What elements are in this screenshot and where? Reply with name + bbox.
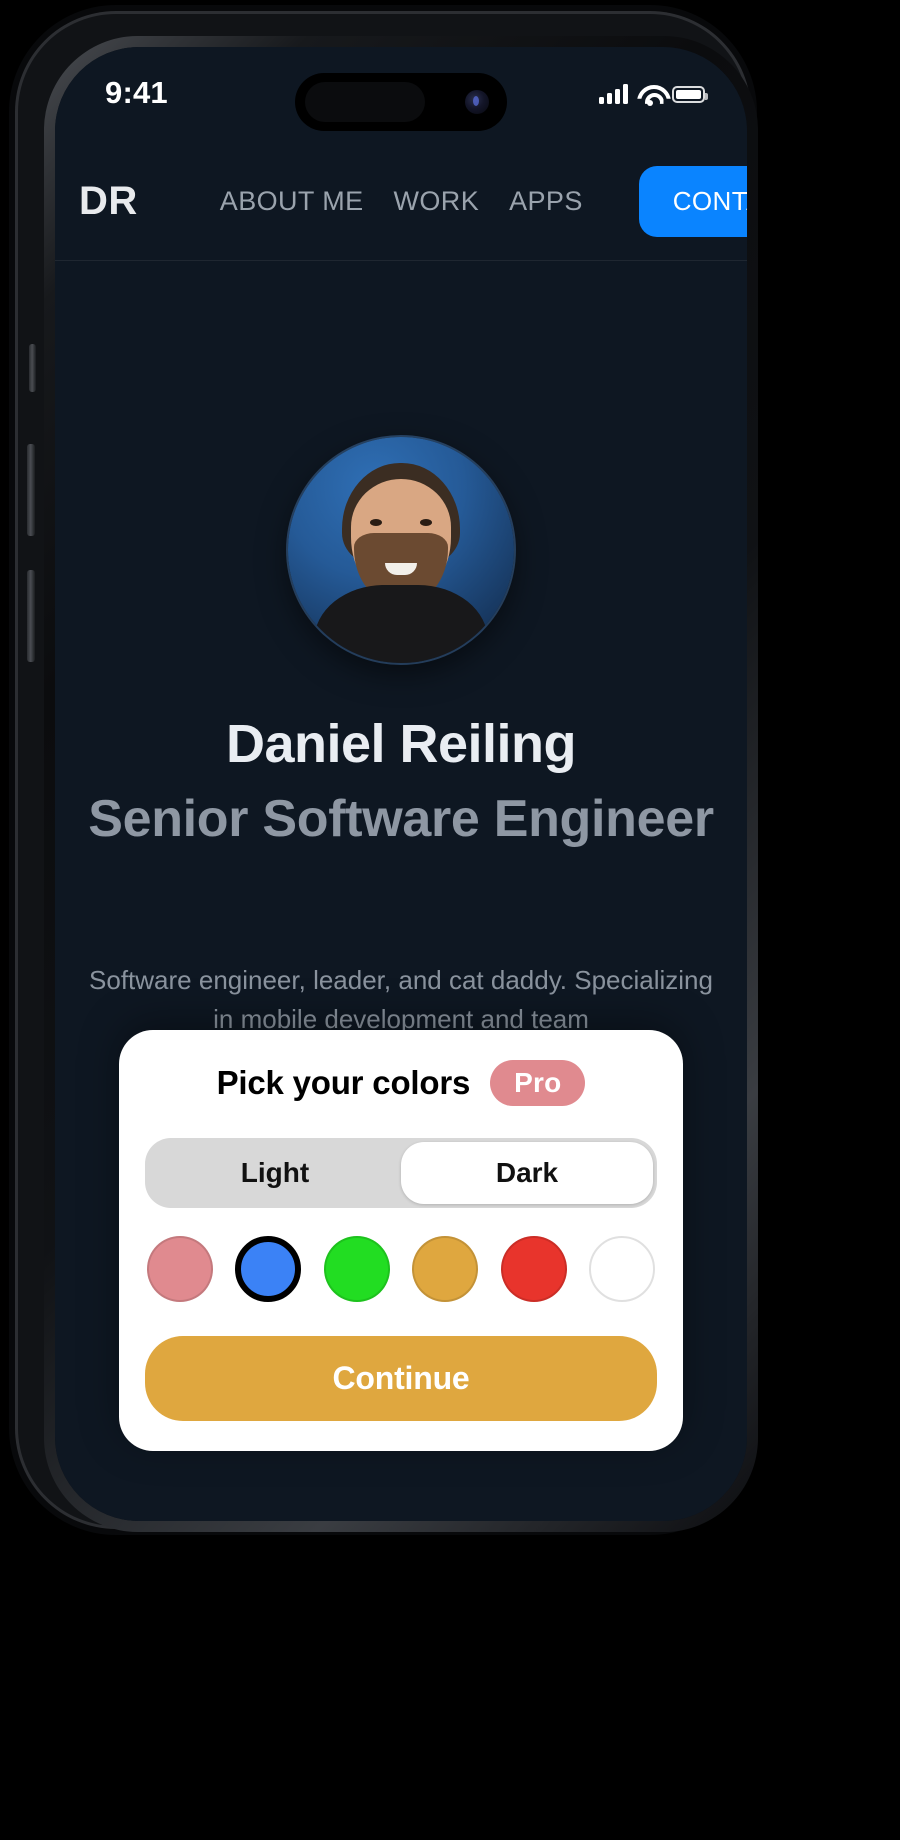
color-swatch-green[interactable]	[412, 1236, 479, 1302]
site-logo[interactable]: DR	[79, 179, 138, 224]
nav-link-apps[interactable]: APPS	[509, 186, 583, 217]
color-swatch-pink[interactable]	[235, 1236, 302, 1302]
hero-name: Daniel Reiling	[225, 714, 577, 774]
appearance-segmented-control: Light Dark	[145, 1138, 657, 1208]
modal-header: Pick your colors Pro	[145, 1060, 657, 1106]
continue-button[interactable]: Continue	[145, 1336, 657, 1421]
nav-links: ABOUT ME WORK APPS CONTACT	[220, 166, 747, 237]
nav-link-work[interactable]: WORK	[394, 186, 480, 217]
color-swatch-row	[145, 1236, 657, 1302]
status-bar-indicators	[599, 84, 708, 106]
avatar-torso	[314, 585, 488, 663]
site-navigation-bar: DR ABOUT ME WORK APPS CONTACT	[55, 143, 747, 261]
status-bar-time: 9:41	[105, 75, 168, 110]
avatar-eye-left	[370, 519, 382, 526]
dynamic-island-pill	[305, 82, 425, 122]
avatar-eye-right	[420, 519, 432, 526]
cellular-signal-icon	[599, 84, 628, 104]
volume-down-button[interactable]	[27, 570, 35, 662]
modal-title: Pick your colors	[216, 1064, 471, 1101]
color-swatch-white[interactable]	[147, 1236, 213, 1302]
phone-screen-container: 9:41 DR ABOUT ME WORK APPS CONT Daniel R…	[55, 47, 747, 1521]
hero-role: Senior Software Engineer	[88, 790, 714, 848]
silent-switch-button[interactable]	[29, 344, 36, 392]
phone-frame: 9:41 DR ABOUT ME WORK APPS CONT Daniel R…	[18, 14, 758, 1532]
color-swatch-blue[interactable]	[323, 1236, 390, 1302]
color-swatch-red[interactable]	[588, 1236, 655, 1302]
hero-blurb: Software engineer, leader, and cat daddy…	[89, 965, 713, 1034]
segment-light[interactable]: Light	[149, 1142, 401, 1204]
contact-button[interactable]: CONTACT	[638, 166, 747, 237]
battery-icon	[672, 85, 708, 103]
pro-badge: Pro	[490, 1060, 586, 1106]
color-picker-modal: Pick your colors Pro Light Dark Continue	[119, 1030, 683, 1451]
dynamic-island	[295, 73, 507, 131]
nav-link-about-me[interactable]: ABOUT ME	[220, 186, 364, 217]
screenshot-stage: 9:41 DR ABOUT ME WORK APPS CONT Daniel R…	[0, 0, 900, 1840]
segment-dark[interactable]: Dark	[401, 1142, 653, 1204]
avatar	[288, 437, 514, 663]
front-camera-icon	[465, 90, 489, 114]
volume-up-button[interactable]	[27, 444, 35, 536]
wifi-icon	[637, 85, 663, 106]
app-screen: 9:41 DR ABOUT ME WORK APPS CONT Daniel R…	[55, 47, 747, 1521]
color-swatch-amber[interactable]	[500, 1236, 567, 1302]
